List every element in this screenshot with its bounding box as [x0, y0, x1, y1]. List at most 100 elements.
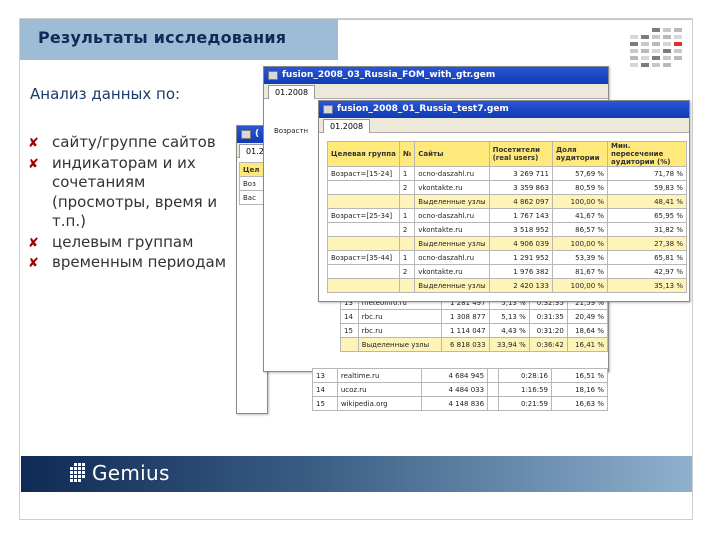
table-row[interactable]: 2 vkontakte.ru 3 359 863 80,59 % 59,83 %	[327, 180, 687, 195]
logo-cell	[652, 42, 660, 46]
table-row[interactable]: Возраст=[25-34] 1 ocno-daszahl.ru 1 767 143…	[327, 208, 687, 223]
grid-cell: 1	[398, 250, 416, 265]
grid-cell: 16,63 %	[551, 396, 608, 411]
logo-cell	[674, 56, 682, 60]
column-header[interactable]: Целевая группа	[327, 141, 400, 167]
cross-bullet-icon: ✘	[28, 256, 39, 271]
grid-cell: vkontakte.ru	[414, 264, 490, 279]
grid-cell: 35,13 %	[607, 278, 687, 293]
logo-cell	[641, 42, 649, 46]
grid-cell: 2	[398, 222, 416, 237]
grid-cell: 18,16 %	[551, 382, 608, 397]
back-grid: Цел Воз Вас	[239, 162, 265, 205]
grid-cell: 18,64 %	[566, 323, 608, 338]
logo-cell	[74, 463, 77, 466]
grid-cell: 0:31:35	[528, 309, 568, 324]
grid-cell: 86,57 %	[551, 222, 609, 237]
grid-cell: 59,83 %	[607, 180, 687, 195]
logo-cell	[74, 467, 77, 470]
front-window[interactable]: fusion_2008_01_Russia_test7.gem 01.2008 …	[318, 100, 690, 302]
grid-cell: 0:36:42	[528, 337, 568, 352]
middle-row-label: Возрастн	[274, 127, 309, 135]
grid-cell: 20,49 %	[566, 309, 608, 324]
logo-cell	[663, 56, 671, 60]
column-header[interactable]: Доля аудитории	[551, 141, 609, 167]
logo-cell	[70, 479, 73, 482]
window-icon	[241, 130, 251, 139]
grid-cell: 80,59 %	[551, 180, 609, 195]
grid-cell: 1 767 143	[488, 208, 553, 223]
table-row[interactable]: Выделенные узлы 4 862 097 100,00 % 48,41 %	[327, 194, 687, 209]
logo-cell	[674, 42, 682, 46]
grid-cell: 42,97 %	[607, 264, 687, 279]
front-window-titlebar[interactable]: fusion_2008_01_Russia_test7.gem	[319, 101, 689, 118]
logo-cell	[674, 28, 682, 32]
table-row[interactable]: 2 vkontakte.ru 3 518 952 86,57 % 31,82 %	[327, 222, 687, 237]
grid-cell: vkontakte.ru	[414, 180, 490, 195]
grid-cell: 100,00 %	[551, 236, 609, 251]
bullet-text: целевым группам	[52, 232, 194, 251]
cross-bullet-icon: ✘	[28, 235, 39, 251]
grid-cell: 48,41 %	[607, 194, 687, 209]
column-header[interactable]: Мин. пересечение аудитории (%)	[607, 141, 687, 167]
table-row[interactable]: Выделенные узлы 2 420 133 100,00 % 35,13 %	[327, 278, 687, 293]
logo-cell	[652, 28, 660, 32]
top-rule	[338, 19, 692, 20]
logo-cell	[82, 467, 85, 470]
slide-title: Результаты исследования	[38, 28, 287, 47]
grid-cell: Выделенные узлы	[414, 236, 490, 251]
grid-cell: 16,41 %	[566, 337, 608, 352]
grid-cell: rbc.ru	[357, 323, 442, 338]
table-row[interactable]: Выделенные узлы 4 906 039 100,00 % 27,38 %	[327, 236, 687, 251]
grid-cell: 14	[340, 309, 359, 324]
grid-cell: 41,67 %	[551, 208, 609, 223]
front-tab[interactable]: 01.2008	[323, 119, 371, 133]
grid-cell: 16,51 %	[551, 368, 608, 383]
grid-cell: rbc.ru	[357, 309, 442, 324]
logo-cell	[630, 63, 638, 67]
grid-cell: 53,39 %	[551, 250, 609, 265]
grid-cell: 27,38 %	[607, 236, 687, 251]
logo-cell	[74, 475, 77, 478]
logo-cell	[663, 42, 671, 46]
grid-cell	[327, 180, 400, 195]
column-header[interactable]: Сайты	[414, 141, 490, 167]
window-icon	[268, 71, 278, 80]
grid-cell	[340, 337, 359, 352]
grid-cell: 100,00 %	[551, 194, 609, 209]
grid-cell	[327, 222, 400, 237]
grid-cell: Возраст=[35-44]	[327, 250, 400, 265]
grid-cell: Выделенные узлы	[414, 278, 490, 293]
grid-cell: 1 308 877	[440, 309, 490, 324]
middle-tab[interactable]: 01.2008	[268, 85, 316, 99]
gemius-logo-icon	[630, 28, 686, 72]
table-row[interactable]: 2 vkontakte.ru 1 976 382 81,67 % 42,97 %	[327, 264, 687, 279]
grid-cell: Выделенные узлы	[357, 337, 442, 352]
grid-cell: 1:16:59	[498, 382, 552, 397]
column-header[interactable]: №	[398, 141, 416, 167]
window-icon	[323, 105, 333, 114]
bullet-item: ✘ целевым группам	[28, 233, 233, 253]
grid-cell: 15	[340, 323, 359, 338]
grid-cell: 33,94 %	[488, 337, 530, 352]
middle-window-titlebar[interactable]: fusion_2008_03_Russia_FOM_with_gtr.gem	[264, 67, 608, 84]
grid-cell	[487, 382, 500, 397]
logo-cell	[674, 35, 682, 39]
front-grid: Целевая группа № Сайты Посетители (real …	[327, 141, 687, 293]
logo-cell	[652, 56, 660, 60]
column-header[interactable]: Посетители (real users)	[488, 141, 553, 167]
grid-cell: vkontakte.ru	[414, 222, 490, 237]
grid-cell: 1	[398, 166, 416, 181]
grid-cell: 4 684 945	[420, 368, 489, 383]
bullet-item: ✘ индикаторам и их сочетаниям (просмотры,…	[28, 154, 233, 232]
grid-cell: 3 269 711	[488, 166, 553, 181]
logo-cell	[70, 467, 73, 470]
middle-grid: 13 meteoinfo.ru 1 281 497 5,13 % 0:32:35 21,5…	[340, 295, 608, 352]
logo-cell	[78, 467, 81, 470]
logo-cell	[74, 471, 77, 474]
table-row[interactable]: Возраст=[15-24] 1 ocno-daszahl.ru 3 269 711…	[327, 166, 687, 181]
back-cell: Цел	[239, 162, 265, 177]
table-row[interactable]: Возраст=[35-44] 1 ocno-daszahl.ru 1 291 952…	[327, 250, 687, 265]
grid-cell: 2	[398, 180, 416, 195]
grid-cell: 2 420 133	[488, 278, 553, 293]
